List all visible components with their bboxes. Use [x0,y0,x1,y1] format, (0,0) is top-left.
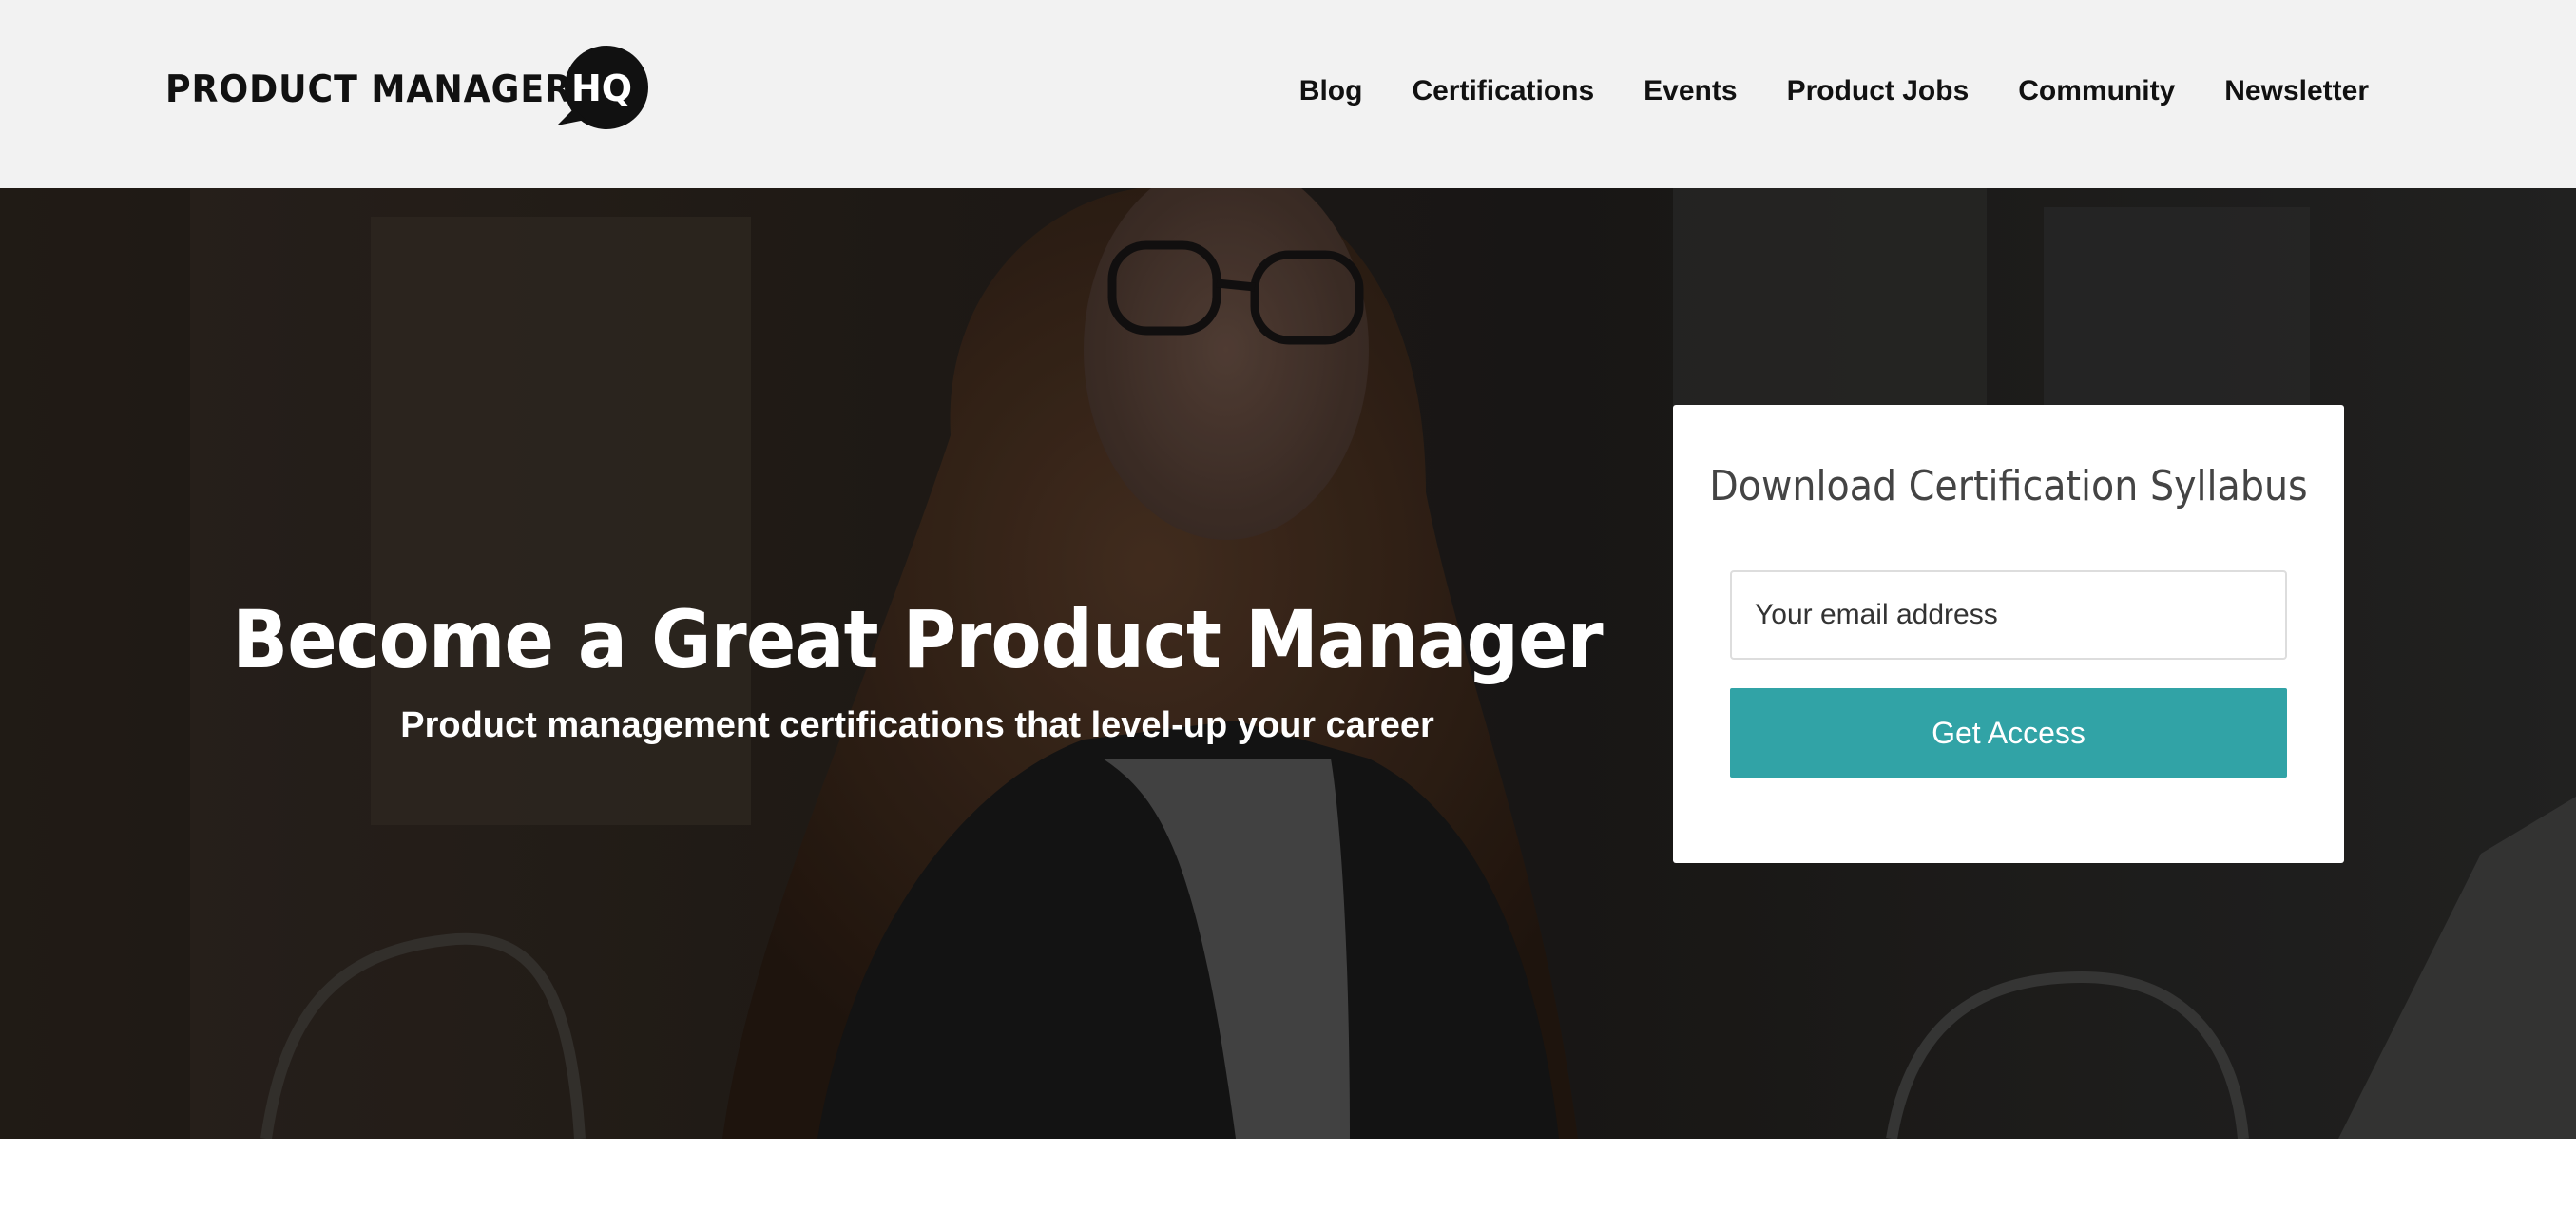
syllabus-form-card: Download Certification Syllabus Get Acce… [1673,405,2344,863]
hero-subtitle: Product management certifications that l… [400,705,1434,745]
speech-bubble-icon: HQ [553,46,652,133]
nav-certifications[interactable]: Certifications [1412,68,1594,114]
hero-section: Become a Great Product Manager Product m… [0,188,2576,1139]
get-access-button[interactable]: Get Access [1730,688,2287,778]
site-logo[interactable]: PRODUCT MANAGER HQ [165,46,648,133]
hero-title: Become a Great Product Manager [232,593,1603,687]
nav-product-jobs[interactable]: Product Jobs [1787,68,1970,114]
site-header: PRODUCT MANAGER HQ Blog Certifications E… [0,0,2576,188]
logo-badge: HQ [570,67,633,109]
email-input[interactable] [1730,570,2287,660]
nav-community[interactable]: Community [2018,68,2175,114]
nav-events[interactable]: Events [1644,68,1737,114]
page-content-area [0,1139,2576,1230]
nav-blog[interactable]: Blog [1299,68,1363,114]
logo-wordmark: PRODUCT MANAGER [165,67,572,111]
nav-newsletter[interactable]: Newsletter [2224,68,2369,114]
form-title: Download Certification Syllabus [1709,462,2308,510]
main-nav: Blog Certifications Events Product Jobs … [1299,68,2369,114]
